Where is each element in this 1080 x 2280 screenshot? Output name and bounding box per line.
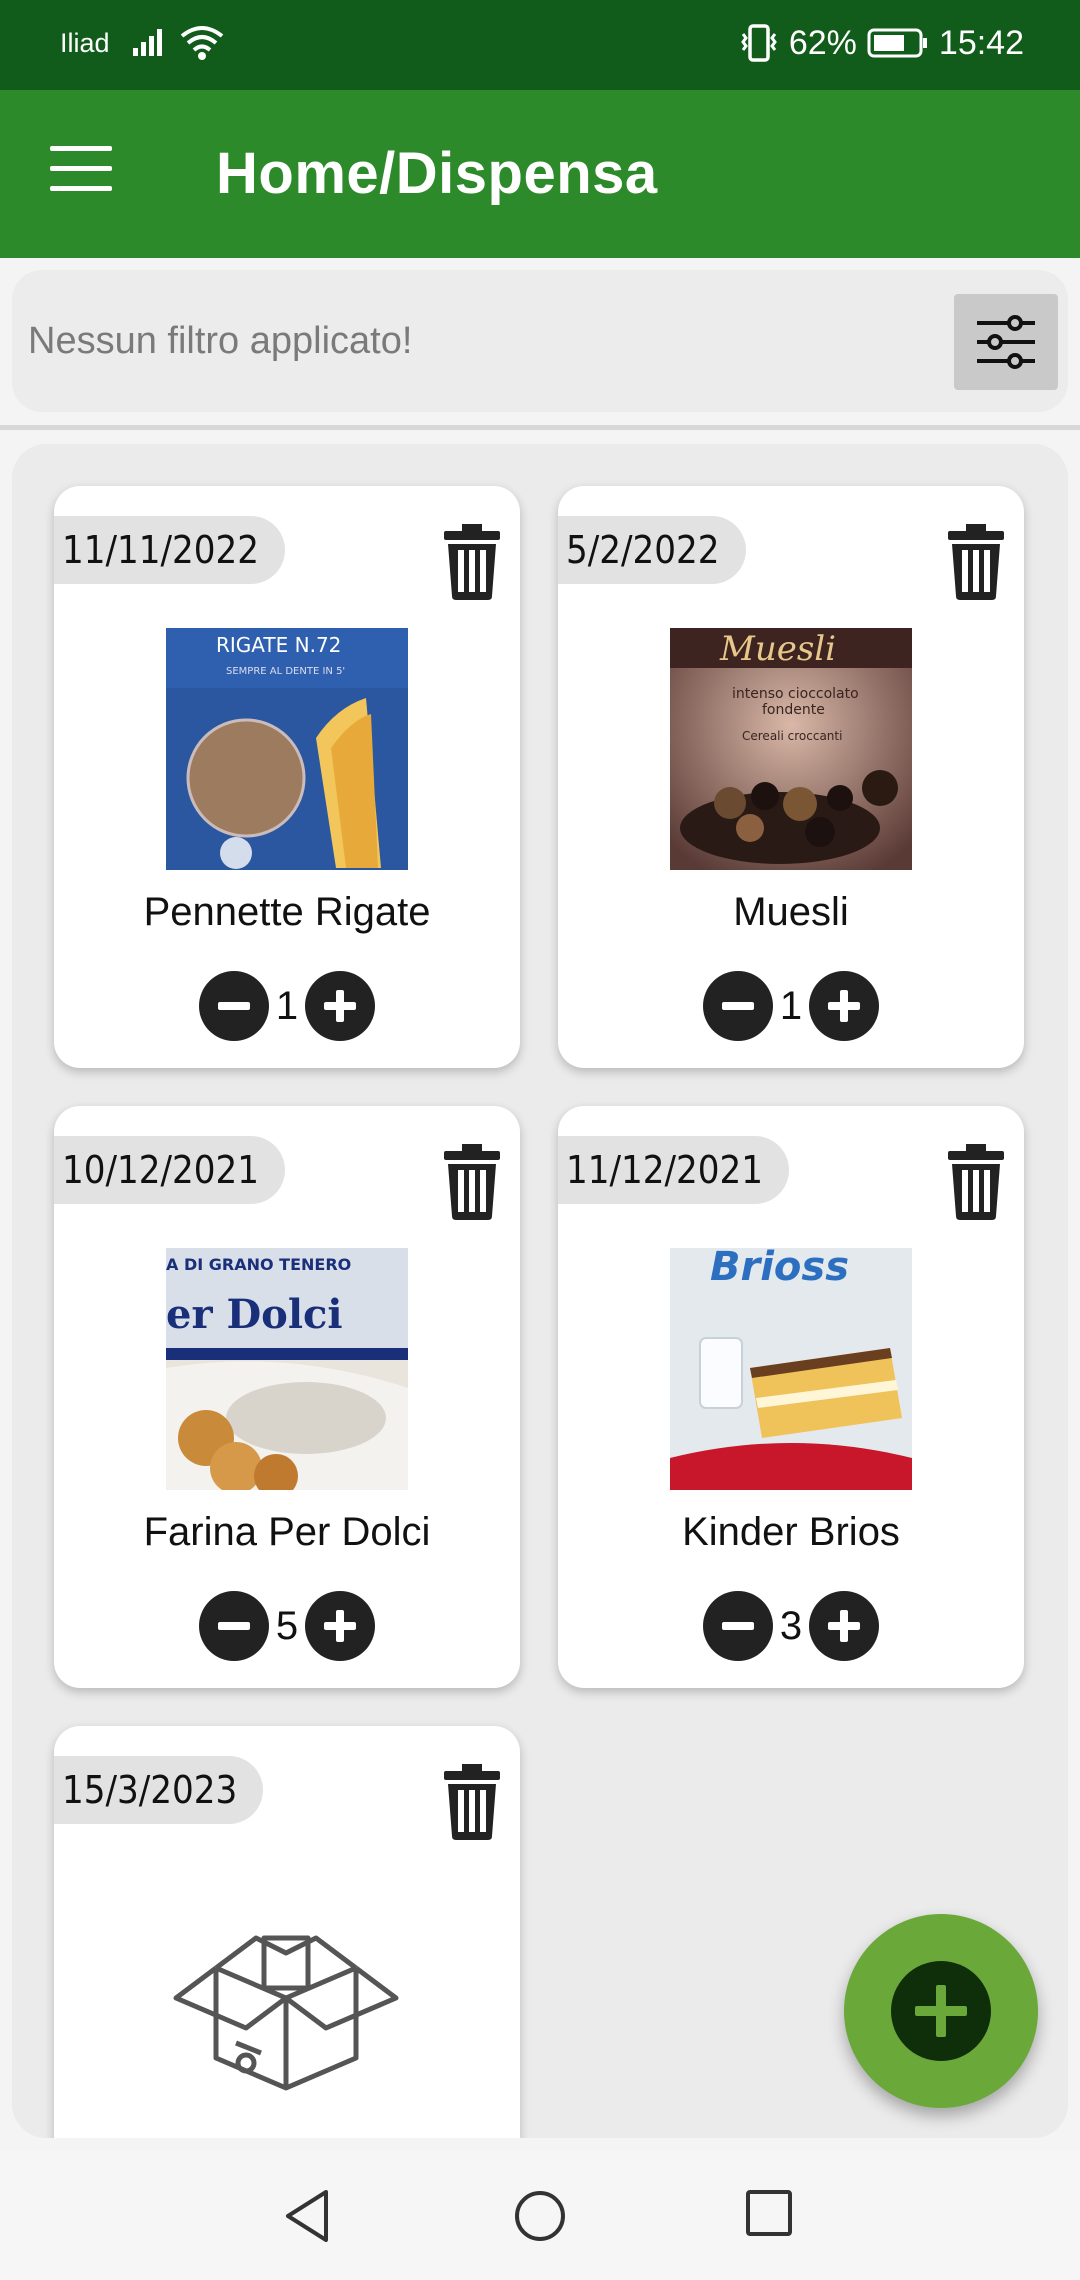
quantity-value: 5 (275, 1603, 299, 1648)
minus-button[interactable] (199, 1591, 269, 1661)
plus-button[interactable] (809, 971, 879, 1041)
pasta-photo: RIGATE N.72 SEMPRE AL DENTE IN 5' (166, 628, 408, 870)
muesli-photo: Muesli intenso cioccolato fondente Cerea… (670, 628, 912, 870)
fab-inner (891, 1961, 991, 2061)
plus-icon (828, 990, 860, 1022)
flour-photo: A DI GRANO TENERO er Dolci (166, 1248, 408, 1490)
box-placeholder-icon (173, 1935, 399, 2091)
svg-text:intenso cioccolato: intenso cioccolato (732, 686, 859, 702)
quantity-stepper: 1 (558, 970, 1024, 1042)
quantity-value: 3 (779, 1603, 803, 1648)
system-nav-bar (0, 2150, 1080, 2280)
sliders-filter-icon (977, 315, 1035, 369)
plus-button[interactable] (809, 1591, 879, 1661)
expiry-date: 11/12/2021 (558, 1136, 790, 1204)
expiry-date: 11/11/2022 (54, 516, 286, 584)
product-card[interactable]: 15/3/2023 (54, 1726, 520, 2138)
minus-button[interactable] (703, 971, 773, 1041)
battery-icon (867, 28, 927, 58)
filter-bar: Nessun filtro applicato! (12, 270, 1068, 412)
quantity-value: 1 (275, 983, 299, 1028)
minus-icon (218, 1002, 250, 1010)
svg-text:er Dolci: er Dolci (166, 1291, 343, 1338)
product-card[interactable]: 5/2/2022 Muesli intenso cioccolato fonde… (558, 486, 1024, 1068)
svg-text:Cereali croccanti: Cereali croccanti (742, 729, 842, 743)
wifi-icon (180, 26, 224, 60)
plus-icon (324, 990, 356, 1022)
filter-button[interactable] (954, 294, 1058, 390)
add-product-button[interactable] (844, 1914, 1038, 2108)
expiry-date: 5/2/2022 (558, 516, 746, 584)
svg-text:RIGATE N.72: RIGATE N.72 (216, 633, 341, 657)
home-icon[interactable] (512, 2188, 568, 2244)
vibrate-icon (740, 24, 777, 62)
product-card[interactable]: 10/12/2021 A DI GRANO TENERO er Dolci Fa… (54, 1106, 520, 1688)
carrier-label: Iliad (60, 28, 110, 58)
clock: 15:42 (938, 23, 1024, 62)
app-bar: Home/Dispensa (0, 90, 1080, 258)
product-card[interactable]: 11/11/2022 RIGATE N.72 SEMPRE AL DENTE I… (54, 486, 520, 1068)
quantity-stepper: 1 (54, 970, 520, 1042)
plus-button[interactable] (305, 1591, 375, 1661)
minus-button[interactable] (199, 971, 269, 1041)
recent-apps-icon[interactable] (744, 2188, 794, 2238)
signal-icon (133, 29, 162, 56)
divider (0, 425, 1080, 430)
svg-text:SEMPRE AL DENTE IN 5': SEMPRE AL DENTE IN 5' (226, 666, 345, 677)
trash-icon[interactable] (948, 1144, 1004, 1220)
brioss-photo: Brioss (670, 1248, 912, 1490)
svg-text:Muesli: Muesli (719, 629, 836, 669)
minus-icon (722, 1622, 754, 1630)
trash-icon[interactable] (948, 524, 1004, 600)
status-bar: Iliad 62% 15:42 (0, 0, 1080, 90)
back-icon[interactable] (282, 2188, 332, 2244)
plus-button[interactable] (305, 971, 375, 1041)
product-name: Farina Per Dolci (143, 1510, 431, 1554)
hamburger-menu-icon[interactable] (50, 146, 112, 198)
quantity-value: 1 (779, 983, 803, 1028)
status-right: 62% 15:42 (739, 22, 1024, 64)
minus-button[interactable] (703, 1591, 773, 1661)
quantity-stepper: 5 (54, 1590, 520, 1662)
page-title: Home/Dispensa (216, 141, 658, 206)
product-card[interactable]: 11/12/2021 Brioss Kinder Brios 3 (558, 1106, 1024, 1688)
plus-icon (324, 1610, 356, 1642)
minus-icon (722, 1002, 754, 1010)
trash-icon[interactable] (444, 524, 500, 600)
svg-text:fondente: fondente (762, 702, 825, 718)
plus-icon (828, 1610, 860, 1642)
expiry-date: 10/12/2021 (54, 1136, 286, 1204)
plus-icon (915, 1985, 967, 2037)
expiry-date: 15/3/2023 (54, 1756, 264, 1824)
svg-text:Brioss: Brioss (710, 1248, 849, 1290)
product-grid: 11/11/2022 RIGATE N.72 SEMPRE AL DENTE I… (12, 444, 1068, 2138)
product-name: Pennette Rigate (143, 890, 431, 934)
trash-icon[interactable] (444, 1144, 500, 1220)
trash-icon[interactable] (444, 1764, 500, 1840)
product-name: Kinder Brios (682, 1510, 900, 1554)
product-name: Muesli (733, 890, 849, 934)
minus-icon (218, 1622, 250, 1630)
svg-text:A DI GRANO TENERO: A DI GRANO TENERO (166, 1255, 351, 1274)
filter-status-text: Nessun filtro applicato! (28, 320, 413, 362)
quantity-stepper: 3 (558, 1590, 1024, 1662)
battery-percent: 62% (788, 23, 857, 62)
